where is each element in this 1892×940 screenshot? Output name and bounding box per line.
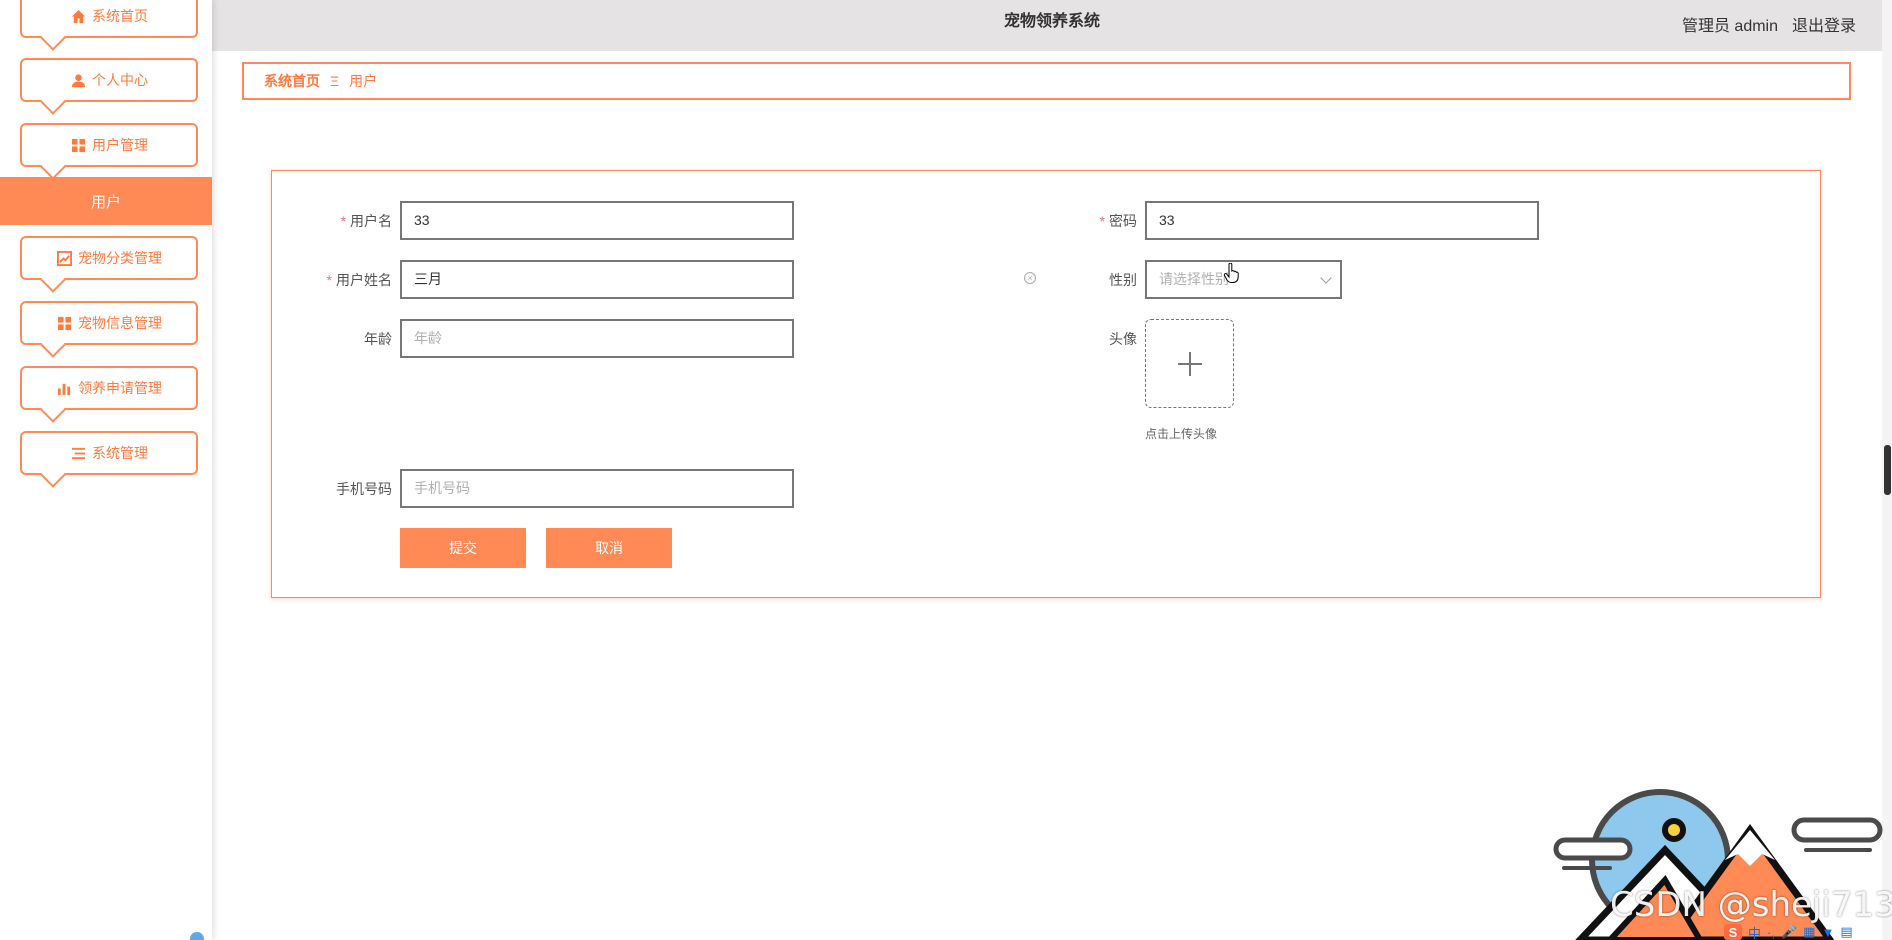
gender-label: 性别 (1109, 272, 1137, 288)
ime-punctuation-icon[interactable]: ·, (1767, 925, 1775, 940)
grid-icon (56, 315, 72, 331)
top-header: 宠物领养系统 管理员 admin 退出登录 (212, 0, 1892, 51)
home-icon (70, 8, 86, 24)
phone-input[interactable]: 手机号码 (400, 469, 794, 508)
sidebar-item-label: 宠物信息管理 (78, 315, 162, 331)
sidebar-item-label: 宠物分类管理 (78, 250, 162, 266)
chevron-down-icon (1320, 272, 1332, 284)
scrollbar-thumb[interactable] (1884, 445, 1891, 495)
gender-select-placeholder: 请选择性别 (1159, 271, 1229, 287)
breadcrumb-separator: Ξ (330, 73, 340, 89)
username-label: * 用户名 (340, 213, 392, 229)
avatar-upload[interactable] (1145, 319, 1234, 408)
chart-icon (56, 250, 72, 266)
keyboard-icon[interactable]: ▦ (1803, 924, 1815, 940)
avatar-label: 头像 (1109, 331, 1137, 347)
watermark-text: CSDN @sheji713 (1610, 885, 1892, 925)
age-label: 年龄 (364, 331, 392, 347)
breadcrumb-current: 用户 (349, 73, 378, 89)
hand-cursor-icon (1224, 263, 1239, 283)
realname-input[interactable]: 三月 (400, 260, 794, 299)
submit-button[interactable]: 提交 (400, 528, 526, 568)
realname-label: * 用户姓名 (326, 272, 392, 288)
sidebar-item-pet-info[interactable]: 宠物信息管理 (20, 301, 198, 358)
username-input[interactable]: 33 (400, 201, 794, 240)
person-icon (70, 72, 86, 88)
sidebar: 系统首页 个人中心 用户管理 用户 宠物分类管理 宠物信息管理 领养申请管理 系… (0, 0, 212, 940)
toolbox-icon[interactable]: ▤ (1840, 924, 1852, 940)
skin-icon[interactable]: ▼ (1821, 925, 1834, 940)
microphone-icon[interactable]: 🎤 (1781, 924, 1797, 940)
ime-toolbar[interactable]: S 中 ·, 🎤 ▦ ▼ ▤ (1724, 924, 1853, 940)
sidebar-item-label: 系统首页 (92, 8, 148, 24)
grid-icon (70, 137, 86, 153)
help-dot-icon[interactable] (190, 932, 204, 940)
sidebar-item-adoption-application[interactable]: 领养申请管理 (20, 366, 198, 423)
list-icon (70, 445, 86, 461)
sidebar-item-pet-category[interactable]: 宠物分类管理 (20, 236, 198, 293)
age-input[interactable]: 年龄 (400, 319, 794, 358)
app-title: 宠物领养系统 (1003, 13, 1100, 30)
sidebar-item-personal-center[interactable]: 个人中心 (20, 58, 198, 115)
sidebar-subitem-user[interactable]: 用户 (0, 177, 212, 225)
sidebar-item-label: 用户管理 (92, 137, 148, 153)
password-input[interactable]: 33 (1145, 201, 1539, 240)
sidebar-item-user-management[interactable]: 用户管理 (20, 123, 198, 180)
ime-language[interactable]: 中 (1748, 923, 1761, 940)
sidebar-item-label: 个人中心 (92, 72, 148, 88)
sidebar-item-label: 系统管理 (92, 445, 148, 461)
breadcrumb: 系统首页 Ξ 用户 (242, 62, 1851, 100)
sidebar-item-label: 领养申请管理 (78, 380, 162, 396)
ime-logo-icon: S (1724, 924, 1742, 940)
password-label: * 密码 (1099, 213, 1137, 229)
cancel-button[interactable]: 取消 (546, 528, 672, 568)
sidebar-item-system-management[interactable]: 系统管理 (20, 431, 198, 488)
clear-icon[interactable]: × (1024, 272, 1036, 284)
phone-label: 手机号码 (336, 481, 392, 497)
current-user-label: 管理员 admin (1681, 18, 1778, 35)
logout-button[interactable]: 退出登录 (1792, 12, 1856, 36)
breadcrumb-home[interactable]: 系统首页 (264, 71, 320, 91)
avatar-upload-hint: 点击上传头像 (1145, 427, 1218, 441)
sidebar-item-home[interactable]: 系统首页 (20, 0, 198, 51)
bar-chart-icon (56, 380, 72, 396)
gender-select[interactable]: 请选择性别 (1145, 260, 1342, 299)
user-form-card: * 用户名 33 * 密码 33 * 用户姓名 三月 × 性别 请选择性别 年龄 年龄… (271, 170, 1821, 598)
